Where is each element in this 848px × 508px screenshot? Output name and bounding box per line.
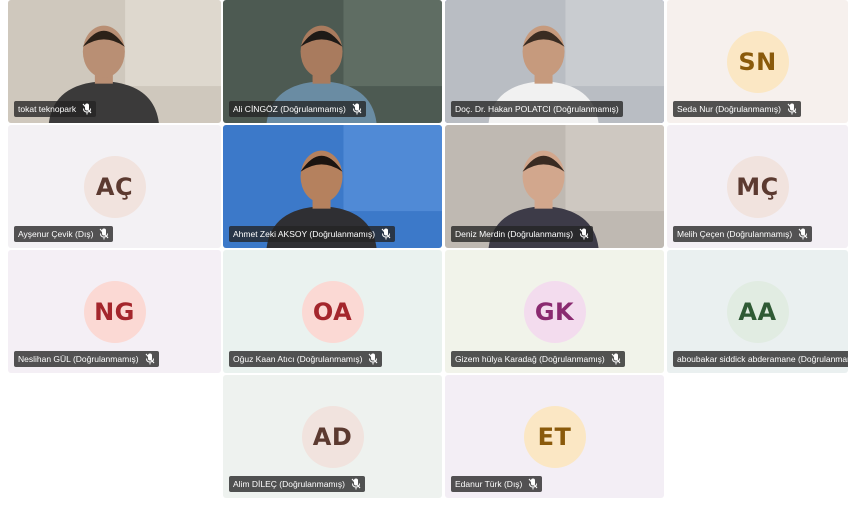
participant-avatar: AA [726,280,789,343]
participant-tile[interactable]: Ahmet Zeki AKSOY (Doğrulanmamış) [223,125,442,248]
participant-name-tag: Alim DİLEÇ (Doğrulanmamış) [229,476,365,492]
video-grid: tokat teknopark Ali CİNGÖZ (Doğrulanmamı… [0,0,848,508]
participant-name: Ahmet Zeki AKSOY (Doğrulanmamış) [233,229,376,239]
participant-name: Deniz Merdin (Doğrulanmamış) [455,229,574,239]
participant-tile[interactable]: ET Edanur Türk (Dış) [445,375,664,498]
participant-tile[interactable]: SN Seda Nur (Doğrulanmamış) [667,0,848,123]
participant-name-tag: Deniz Merdin (Doğrulanmamış) [451,226,594,242]
participant-tile[interactable]: MÇ Melih Çeçen (Doğrulanmamış) [667,125,848,248]
participant-name: Edanur Türk (Dış) [455,479,523,489]
mic-off-icon [352,103,362,115]
participant-name-tag: Gizem hülya Karadağ (Doğrulanmamış) [451,351,625,367]
mic-off-icon [368,353,378,365]
participant-name-tag: Neslihan GÜL (Doğrulanmamış) [14,351,159,367]
participant-name: Seda Nur (Doğrulanmamış) [677,104,781,114]
participant-name-tag: Doç. Dr. Hakan POLATCI (Doğrulanmamış) [451,101,623,117]
participant-tile[interactable]: Ali CİNGÖZ (Doğrulanmamış) [223,0,442,123]
participant-tile[interactable]: NG Neslihan GÜL (Doğrulanmamış) [8,250,221,373]
mic-off-icon [99,228,109,240]
participant-name-tag: aboubakar siddick abderamane (Doğrulanma… [673,351,848,367]
participant-avatar: NG [83,280,146,343]
participant-avatar: OA [301,280,364,343]
participant-name: Melih Çeçen (Doğrulanmamış) [677,229,793,239]
participant-name: Neslihan GÜL (Doğrulanmamış) [18,354,139,364]
mic-off-icon [351,478,361,490]
participant-name: Ayşenur Çevik (Dış) [18,229,94,239]
participant-tile[interactable]: OA Oğuz Kaan Atıcı (Doğrulanmamış) [223,250,442,373]
participant-name: Doç. Dr. Hakan POLATCI (Doğrulanmamış) [455,104,619,114]
participant-name-tag: Seda Nur (Doğrulanmamış) [673,101,801,117]
mic-off-icon [145,353,155,365]
participant-tile[interactable]: AA aboubakar siddick abderamane (Doğrula… [667,250,848,373]
participant-tile[interactable]: Deniz Merdin (Doğrulanmamış) [445,125,664,248]
participant-name: aboubakar siddick abderamane (Doğrulanma… [677,354,848,364]
participant-avatar: AÇ [83,155,146,218]
participant-name-tag: Oğuz Kaan Atıcı (Doğrulanmamış) [229,351,383,367]
participant-name-tag: Ahmet Zeki AKSOY (Doğrulanmamış) [229,226,396,242]
participant-name: Alim DİLEÇ (Doğrulanmamış) [233,479,345,489]
participant-name-tag: Ali CİNGÖZ (Doğrulanmamış) [229,101,366,117]
participant-avatar: ET [523,405,586,468]
participant-name: Gizem hülya Karadağ (Doğrulanmamış) [455,354,605,364]
participant-avatar: AD [301,405,364,468]
participant-avatar: GK [523,280,586,343]
participant-tile[interactable]: Doç. Dr. Hakan POLATCI (Doğrulanmamış) [445,0,664,123]
participant-name-tag: Melih Çeçen (Doğrulanmamış) [673,226,813,242]
mic-off-icon [381,228,391,240]
participant-name-tag: Ayşenur Çevik (Dış) [14,226,114,242]
participant-avatar: SN [726,30,789,93]
participant-name: Ali CİNGÖZ (Doğrulanmamış) [233,104,346,114]
participant-name-tag: Edanur Türk (Dış) [451,476,543,492]
participant-tile[interactable]: tokat teknopark [8,0,221,123]
participant-name-tag: tokat teknopark [14,101,97,117]
mic-off-icon [787,103,797,115]
participant-tile[interactable]: GK Gizem hülya Karadağ (Doğrulanmamış) [445,250,664,373]
mic-off-icon [611,353,621,365]
mic-off-icon [579,228,589,240]
mic-off-icon [82,103,92,115]
mic-off-icon [798,228,808,240]
participant-avatar: MÇ [726,155,789,218]
participant-name: tokat teknopark [18,104,77,114]
participant-name: Oğuz Kaan Atıcı (Doğrulanmamış) [233,354,363,364]
participant-tile[interactable]: AÇ Ayşenur Çevik (Dış) [8,125,221,248]
mic-off-icon [528,478,538,490]
participant-tile[interactable]: AD Alim DİLEÇ (Doğrulanmamış) [223,375,442,498]
